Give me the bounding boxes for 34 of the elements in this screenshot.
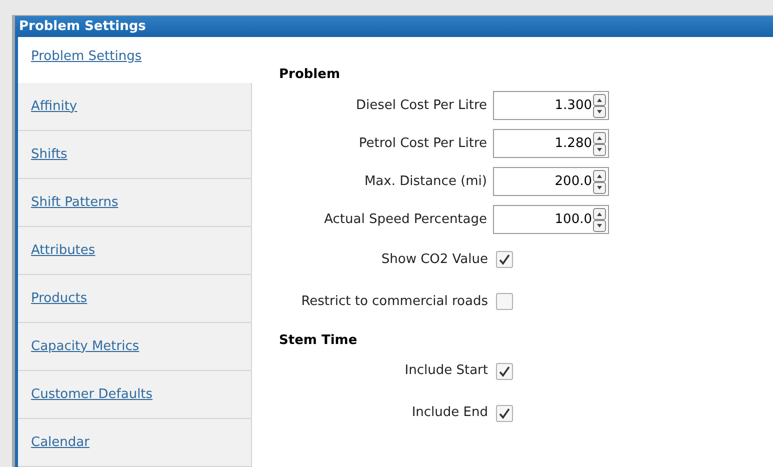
checkbox[interactable] [496, 404, 513, 422]
checkmark-icon [498, 364, 511, 378]
number-field[interactable]: 1.280 [493, 129, 609, 158]
field-label: Show CO2 Value [381, 250, 488, 269]
sidebar-item[interactable]: Shift Patterns [18, 179, 252, 227]
checkmark-icon [498, 406, 511, 420]
number-field[interactable]: 1.300 [493, 91, 609, 120]
sidebar-item[interactable]: Calendar [18, 419, 252, 467]
checkbox[interactable] [496, 251, 513, 268]
field-label: Petrol Cost Per Litre [358, 134, 487, 153]
number-field[interactable]: 200.0 [493, 167, 609, 196]
spinner-icon[interactable] [593, 170, 606, 194]
field-label: Restrict to commercial roads [301, 292, 488, 311]
checkbox[interactable] [496, 362, 513, 380]
sidebar-item[interactable]: Attributes [18, 227, 252, 275]
sidebar-item[interactable]: Shifts [18, 131, 252, 179]
spinner-icon[interactable] [593, 94, 606, 118]
section-heading: Problem [279, 66, 341, 84]
field-label: Diesel Cost Per Litre [356, 96, 487, 115]
sidebar-item[interactable]: Customer Defaults [18, 371, 252, 419]
spinner-icon[interactable] [593, 132, 606, 156]
sidebar-item[interactable]: Capacity Metrics [18, 323, 252, 371]
sidebar-item[interactable]: Affinity [18, 83, 252, 131]
checkmark-icon [498, 253, 511, 266]
section-heading: Stem Time [279, 332, 358, 350]
field-label: Include End [412, 404, 488, 422]
field-label: Actual Speed Percentage [324, 210, 487, 229]
number-field[interactable]: 100.0 [493, 205, 609, 234]
sidebar-item[interactable]: Products [18, 275, 252, 323]
window-title: Problem Settings [19, 18, 146, 36]
field-label: Include Start [404, 362, 488, 380]
checkbox[interactable] [496, 293, 513, 310]
field-label: Max. Distance (mi) [364, 172, 487, 191]
spinner-icon[interactable] [593, 208, 606, 232]
